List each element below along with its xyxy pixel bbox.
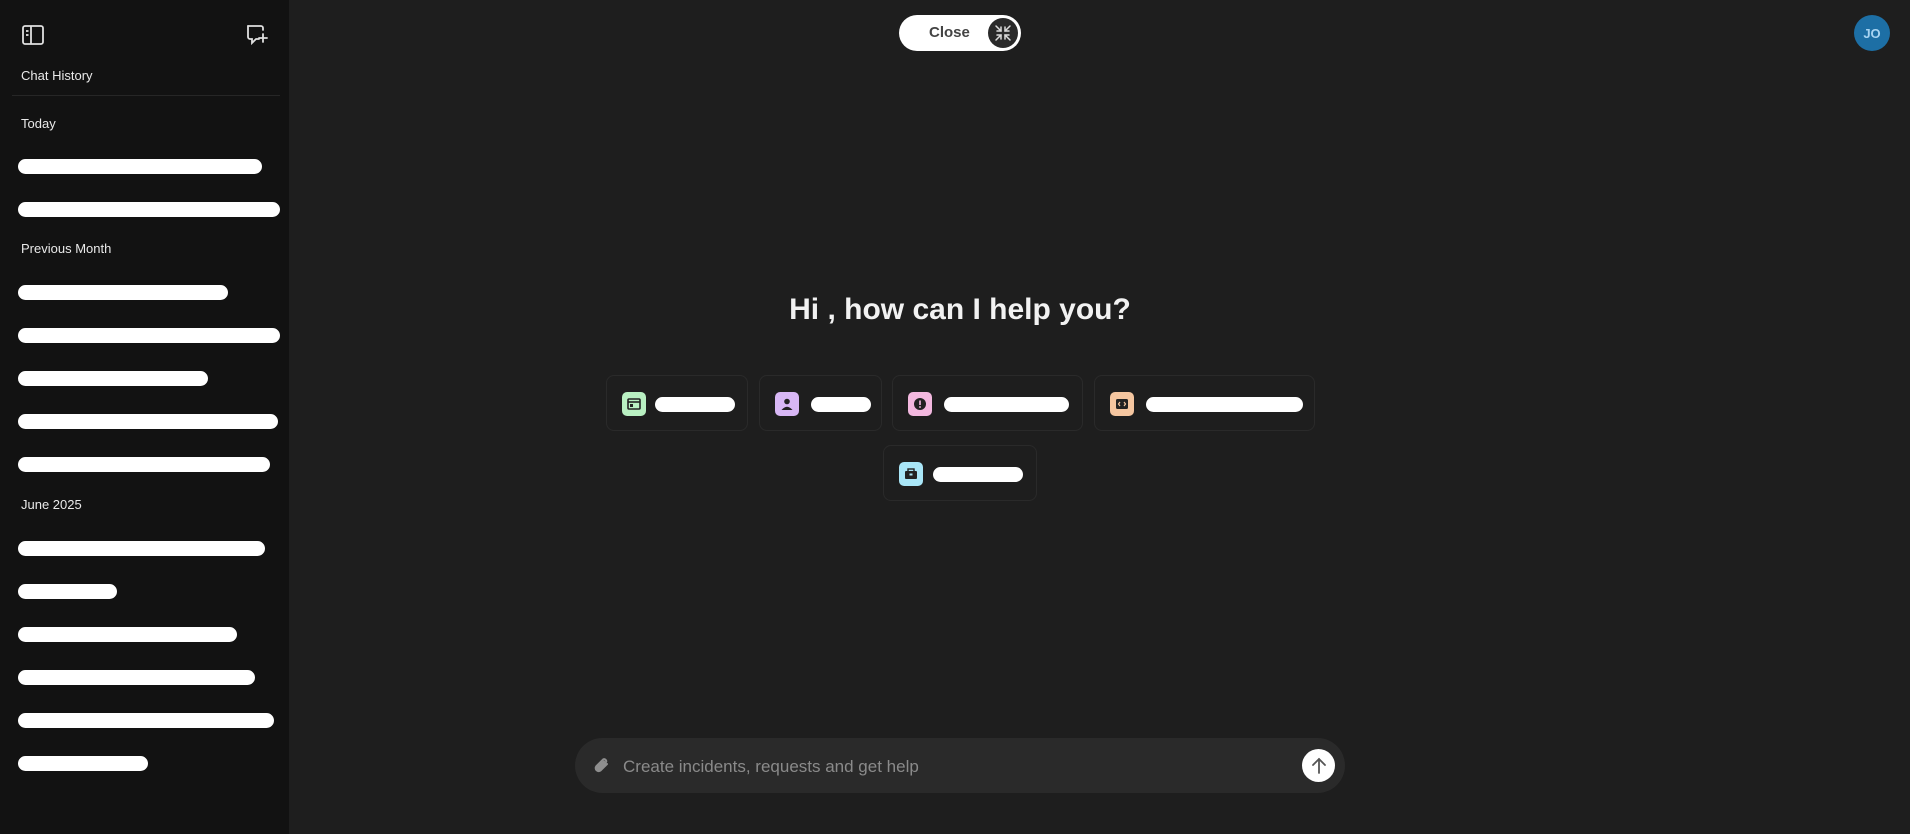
code-icon — [1110, 392, 1134, 416]
chat-history-item[interactable] — [18, 285, 228, 300]
chat-history-item[interactable] — [18, 159, 262, 174]
chat-history-item[interactable] — [18, 541, 265, 556]
send-button[interactable] — [1302, 749, 1335, 782]
box-icon — [899, 462, 923, 486]
chat-history-item[interactable] — [18, 584, 117, 599]
close-label: Close — [929, 24, 970, 41]
suggestion-label — [944, 397, 1069, 412]
chat-history-item[interactable] — [18, 670, 255, 685]
window-icon — [622, 392, 646, 416]
suggestion-label — [933, 467, 1023, 482]
app-root: Chat History Today Previous Month June 2… — [0, 0, 1910, 834]
suggestion-card[interactable] — [759, 375, 882, 431]
chat-history-item[interactable] — [18, 457, 270, 472]
suggestion-label — [811, 397, 871, 412]
chat-composer — [575, 738, 1345, 793]
close-button[interactable]: Close — [899, 15, 1021, 51]
chat-history-item[interactable] — [18, 371, 208, 386]
send-arrow-icon — [1311, 757, 1326, 774]
chat-history-item[interactable] — [18, 713, 274, 728]
suggestion-card[interactable] — [892, 375, 1083, 431]
suggestion-label — [655, 397, 735, 412]
chat-history-item[interactable] — [18, 756, 148, 771]
suggestion-card[interactable] — [606, 375, 748, 431]
suggestion-label — [1146, 397, 1303, 412]
sidebar-header — [0, 0, 289, 70]
suggestion-card[interactable] — [1094, 375, 1315, 431]
suggestion-card[interactable] — [883, 445, 1037, 501]
user-icon — [775, 392, 799, 416]
chat-history-item[interactable] — [18, 328, 280, 343]
chat-history-item[interactable] — [18, 202, 280, 217]
chat-history-item[interactable] — [18, 627, 237, 642]
paperclip-icon[interactable] — [585, 749, 619, 783]
alert-icon — [908, 392, 932, 416]
new-chat-icon[interactable] — [241, 18, 273, 50]
collapse-arrows-icon — [988, 18, 1018, 48]
chat-input[interactable] — [621, 748, 1265, 785]
section-previous-month: Previous Month — [21, 241, 112, 256]
chat-history-item[interactable] — [18, 414, 278, 429]
sidebar-divider — [12, 95, 280, 96]
chat-history-title: Chat History — [21, 68, 93, 83]
avatar[interactable]: JO — [1854, 15, 1890, 51]
section-june-2025: June 2025 — [21, 497, 82, 512]
greeting-heading: Hi , how can I help you? — [789, 293, 1131, 326]
sidebar-panel-icon[interactable] — [17, 19, 49, 51]
section-today: Today — [21, 116, 56, 131]
sidebar: Chat History Today Previous Month June 2… — [0, 0, 289, 834]
